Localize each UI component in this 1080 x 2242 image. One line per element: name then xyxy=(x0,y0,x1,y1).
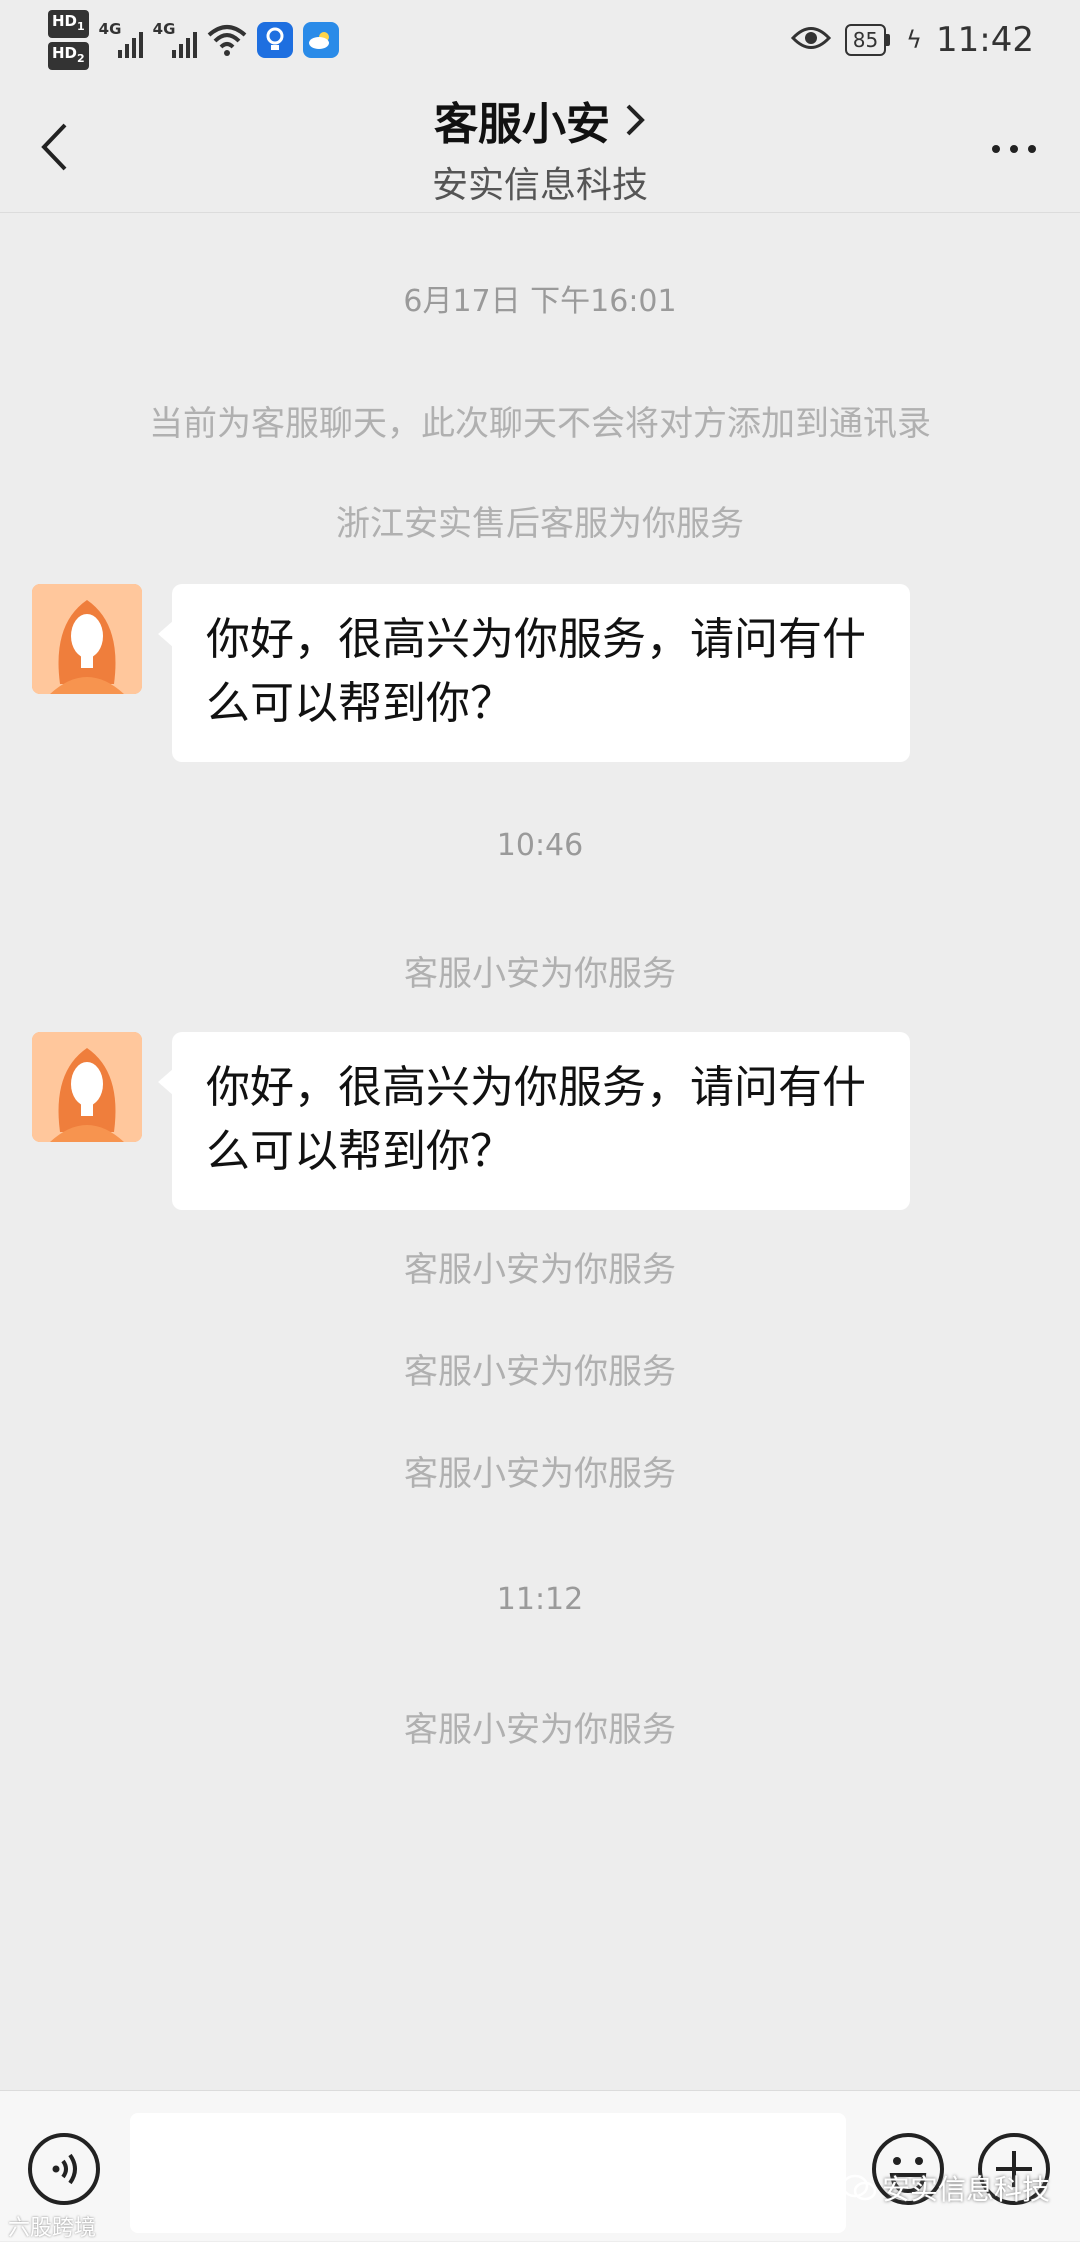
bulb-app-icon xyxy=(256,22,293,58)
system-notice: 当前为客服聊天，此次聊天不会将对方添加到通讯录 xyxy=(149,404,931,444)
status-bar: HD1 HD2 4G 4G 85 ϟ 11:42 xyxy=(0,0,1080,80)
agent-avatar-icon xyxy=(32,584,142,694)
input-bar xyxy=(0,2090,1080,2241)
agent-avatar-icon xyxy=(32,1032,142,1142)
more-button[interactable] xyxy=(974,124,1054,174)
system-notice: 客服小安为你服务 xyxy=(404,1352,676,1392)
charging-icon: ϟ xyxy=(906,26,923,54)
watermark-left: 六股跨境 xyxy=(8,2216,97,2241)
chevron-right-icon xyxy=(626,104,645,136)
weather-app-icon xyxy=(302,22,339,58)
battery-icon: 85 xyxy=(844,24,891,56)
clock: 11:42 xyxy=(936,20,1034,60)
signal-icon-2: 4G xyxy=(153,20,197,60)
message-bubble[interactable]: 你好，很高兴为你服务，请问有什么可以帮到你？ xyxy=(158,584,910,762)
avatar[interactable] xyxy=(32,584,142,694)
system-notice: 客服小安为你服务 xyxy=(404,1454,676,1494)
hd-badge-1: HD1 xyxy=(48,10,89,38)
voice-button[interactable] xyxy=(26,2131,102,2211)
contact-name: 客服小安 xyxy=(434,99,610,150)
hd-badge-2: HD2 xyxy=(48,42,89,70)
status-left: HD1 HD2 4G 4G xyxy=(48,10,339,70)
wifi-icon xyxy=(207,23,247,57)
watermark-right-text: 安实信息科技 xyxy=(882,2173,1051,2206)
battery-level: 85 xyxy=(844,24,887,56)
header-title-area[interactable]: 客服小安 安实信息科技 xyxy=(0,88,1080,208)
timestamp: 10:46 xyxy=(496,828,584,863)
chat-header: 客服小安 安实信息科技 xyxy=(0,80,1080,213)
wechat-icon xyxy=(842,2174,876,2201)
timestamp: 6月17日 下午16:01 xyxy=(403,284,677,319)
watermark-right: 安实信息科技 xyxy=(842,2168,1050,2208)
voice-icon xyxy=(28,2133,100,2205)
avatar[interactable] xyxy=(32,1032,142,1142)
sim-badges: HD1 HD2 xyxy=(48,10,89,70)
company-name: 安实信息科技 xyxy=(431,165,648,206)
system-notice: 客服小安为你服务 xyxy=(404,954,676,994)
message-row: 你好，很高兴为你服务，请问有什么可以帮到你？ xyxy=(32,584,910,762)
system-notice: 浙江安实售后客服为你服务 xyxy=(336,504,744,544)
eye-icon xyxy=(790,25,831,55)
status-right: 85 ϟ 11:42 xyxy=(790,16,1034,64)
system-notice: 客服小安为你服务 xyxy=(404,1250,676,1290)
signal-icon-1: 4G xyxy=(99,20,143,60)
system-notice: 客服小安为你服务 xyxy=(404,1710,676,1750)
message-row: 你好，很高兴为你服务，请问有什么可以帮到你？ xyxy=(32,1032,910,1210)
more-icon xyxy=(992,145,1036,153)
message-bubble[interactable]: 你好，很高兴为你服务，请问有什么可以帮到你？ xyxy=(158,1032,910,1210)
message-input[interactable] xyxy=(130,2113,846,2233)
timestamp: 11:12 xyxy=(496,1582,584,1617)
